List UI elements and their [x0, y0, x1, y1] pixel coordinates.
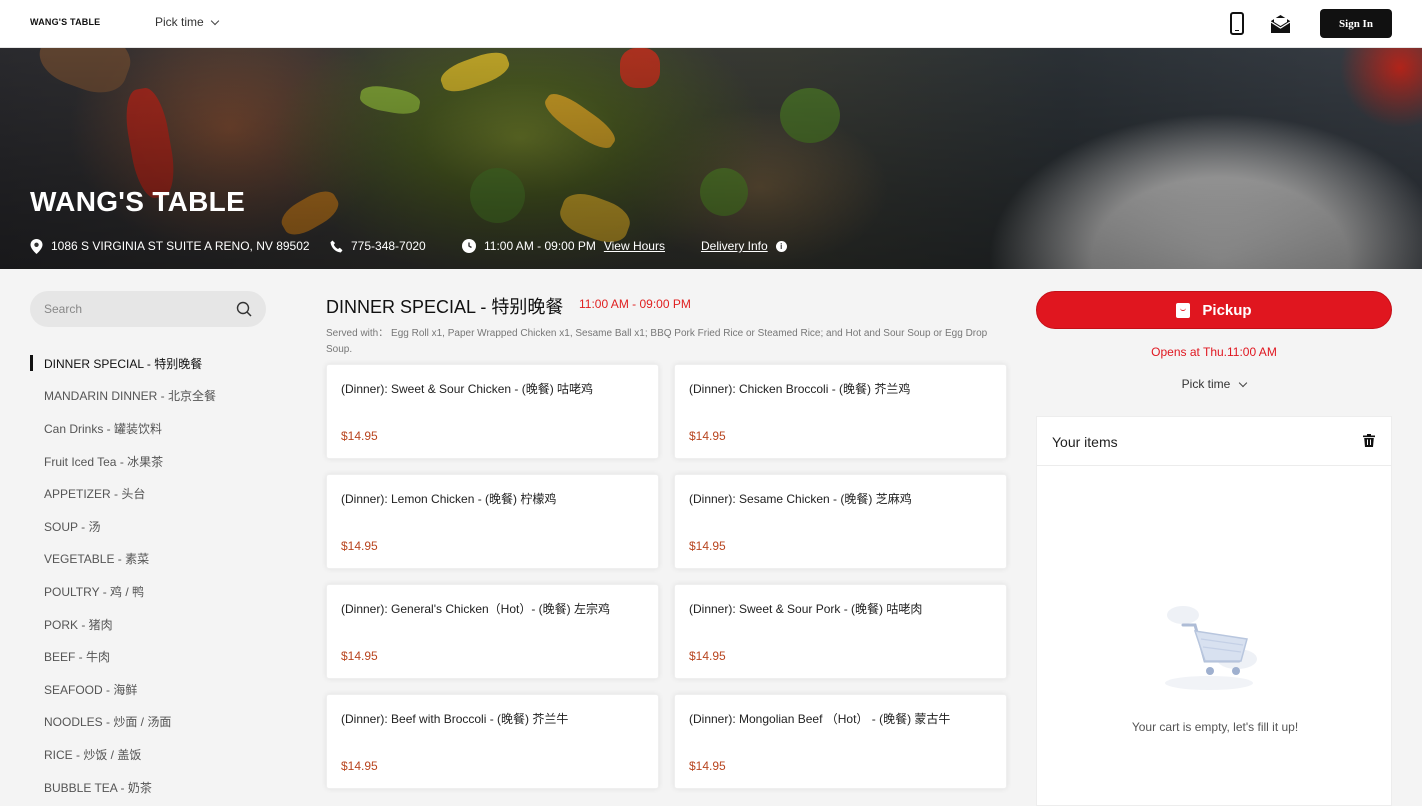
menu-items-grid: (Dinner): Sweet & Sour Chicken - (晚餐) 咕咾…: [326, 364, 1007, 789]
order-panel: Pickup Opens at Thu.11:00 AM Pick time Y…: [1022, 269, 1422, 806]
chevron-down-icon: [1239, 378, 1248, 387]
shopping-bag-icon: [1176, 302, 1191, 318]
category-vegetable[interactable]: VEGETABLE - 素菜: [30, 543, 216, 576]
delivery-info-link[interactable]: Delivery Info: [701, 239, 768, 253]
cart-panel: Your items Your cart is empty, let's fil…: [1036, 416, 1392, 806]
hero-banner: WANG'S TABLE 1086 S VIRGINIA ST SUITE A …: [0, 48, 1422, 269]
menu-item-price: $14.95: [689, 649, 726, 663]
chevron-down-icon: [210, 16, 219, 25]
menu-item-name: (Dinner): Sweet & Sour Pork - (晚餐) 咕咾肉: [689, 602, 923, 616]
search-box[interactable]: [30, 291, 266, 327]
logo[interactable]: WANG'S TABLE: [30, 17, 100, 27]
top-bar: WANG'S TABLE Pick time Sign In: [0, 0, 1422, 48]
category-fruit-iced-tea[interactable]: Fruit Iced Tea - 冰果茶: [30, 445, 216, 478]
menu-item-card[interactable]: (Dinner): Lemon Chicken - (晚餐) 柠檬鸡 $14.9…: [326, 474, 659, 569]
location-pin-icon: [30, 238, 43, 254]
section-hours: 11:00 AM - 09:00 PM: [579, 297, 691, 311]
view-hours-link[interactable]: View Hours: [604, 239, 665, 253]
menu-item-card[interactable]: (Dinner): General's Chicken（Hot）- (晚餐) 左…: [326, 584, 659, 679]
menu-section: DINNER SPECIAL - 特别晚餐 11:00 AM - 09:00 P…: [296, 269, 1022, 800]
menu-item-name: (Dinner): Sweet & Sour Chicken - (晚餐) 咕咾…: [341, 382, 594, 396]
address: 1086 S VIRGINIA ST SUITE A RENO, NV 8950…: [51, 239, 310, 253]
category-noodles[interactable]: NOODLES - 炒面 / 汤面: [30, 706, 216, 739]
category-appetizer[interactable]: APPETIZER - 头台: [30, 477, 216, 510]
section-description: Served with： Egg Roll x1, Paper Wrapped …: [326, 328, 988, 355]
category-sidebar: DINNER SPECIAL - 特别晚餐 MANDARIN DINNER - …: [0, 269, 296, 800]
category-poultry[interactable]: POULTRY - 鸡 / 鸭: [30, 575, 216, 608]
menu-item-name: (Dinner): Beef with Broccoli - (晚餐) 芥兰牛: [341, 712, 569, 726]
category-rice[interactable]: RICE - 炒饭 / 盖饭: [30, 738, 216, 771]
cart-header: Your items: [1037, 417, 1391, 466]
menu-item-price: $14.95: [689, 759, 726, 773]
search-input[interactable]: [44, 291, 224, 327]
category-soup[interactable]: SOUP - 汤: [30, 510, 216, 543]
menu-item-card[interactable]: (Dinner): Chicken Broccoli - (晚餐) 芥兰鸡 $1…: [674, 364, 1007, 459]
menu-item-price: $14.95: [689, 429, 726, 443]
category-mandarin-dinner[interactable]: MANDARIN DINNER - 北京全餐: [30, 380, 216, 413]
menu-item-card[interactable]: (Dinner): Mongolian Beef （Hot） - (晚餐) 蒙古…: [674, 694, 1007, 789]
mail-icon[interactable]: [1270, 13, 1291, 34]
menu-item-name: (Dinner): Sesame Chicken - (晚餐) 芝麻鸡: [689, 492, 912, 506]
category-list: DINNER SPECIAL - 特别晚餐 MANDARIN DINNER - …: [30, 347, 216, 803]
pick-time-label: Pick time: [155, 15, 204, 29]
category-dinner-special[interactable]: DINNER SPECIAL - 特别晚餐: [30, 347, 216, 380]
category-beef[interactable]: BEEF - 牛肉: [30, 640, 216, 673]
menu-item-price: $14.95: [341, 649, 378, 663]
menu-item-name: (Dinner): Mongolian Beef （Hot） - (晚餐) 蒙古…: [689, 712, 951, 726]
opens-at-notice: Opens at Thu.11:00 AM: [1151, 345, 1277, 359]
category-can-drinks[interactable]: Can Drinks - 罐装饮料: [30, 412, 216, 445]
phone-number[interactable]: 775-348-7020: [351, 239, 426, 253]
menu-item-name: (Dinner): Chicken Broccoli - (晚餐) 芥兰鸡: [689, 382, 911, 396]
menu-item-price: $14.95: [341, 759, 378, 773]
empty-cart-icon: [1165, 606, 1257, 690]
menu-item-price: $14.95: [689, 539, 726, 553]
pick-time-selector[interactable]: Pick time: [1036, 377, 1392, 391]
menu-item-name: (Dinner): Lemon Chicken - (晚餐) 柠檬鸡: [341, 492, 557, 506]
menu-item-card[interactable]: (Dinner): Sesame Chicken - (晚餐) 芝麻鸡 $14.…: [674, 474, 1007, 569]
cart-title: Your items: [1052, 434, 1118, 450]
clock-icon: [462, 239, 476, 253]
category-bubble-tea[interactable]: BUBBLE TEA - 奶茶: [30, 771, 216, 804]
pick-time-dropdown[interactable]: Pick time: [155, 15, 219, 29]
menu-item-price: $14.95: [341, 539, 378, 553]
empty-cart-message: Your cart is empty, let's fill it up!: [1131, 720, 1299, 734]
info-icon[interactable]: i: [775, 240, 787, 252]
category-pork[interactable]: PORK - 猪肉: [30, 608, 216, 641]
hours: 11:00 AM - 09:00 PM: [484, 239, 596, 253]
pick-time-label: Pick time: [1181, 377, 1231, 391]
menu-item-card[interactable]: (Dinner): Sweet & Sour Chicken - (晚餐) 咕咾…: [326, 364, 659, 459]
trash-icon[interactable]: [1363, 434, 1375, 447]
category-seafood[interactable]: SEAFOOD - 海鲜: [30, 673, 216, 706]
menu-item-price: $14.95: [341, 429, 378, 443]
sign-in-button[interactable]: Sign In: [1320, 9, 1392, 38]
restaurant-info: 1086 S VIRGINIA ST SUITE A RENO, NV 8950…: [30, 236, 787, 256]
restaurant-name: WANG'S TABLE: [30, 186, 246, 217]
menu-item-name: (Dinner): General's Chicken（Hot）- (晚餐) 左…: [341, 602, 611, 616]
menu-item-card[interactable]: (Dinner): Sweet & Sour Pork - (晚餐) 咕咾肉 $…: [674, 584, 1007, 679]
phone-icon[interactable]: [1230, 12, 1244, 35]
search-icon[interactable]: [236, 301, 252, 317]
menu-item-card[interactable]: (Dinner): Beef with Broccoli - (晚餐) 芥兰牛 …: [326, 694, 659, 789]
pickup-button[interactable]: Pickup: [1036, 291, 1392, 329]
phone-call-icon: [330, 240, 343, 252]
section-title: DINNER SPECIAL - 特别晚餐: [326, 297, 564, 317]
pickup-label: Pickup: [1202, 301, 1252, 319]
